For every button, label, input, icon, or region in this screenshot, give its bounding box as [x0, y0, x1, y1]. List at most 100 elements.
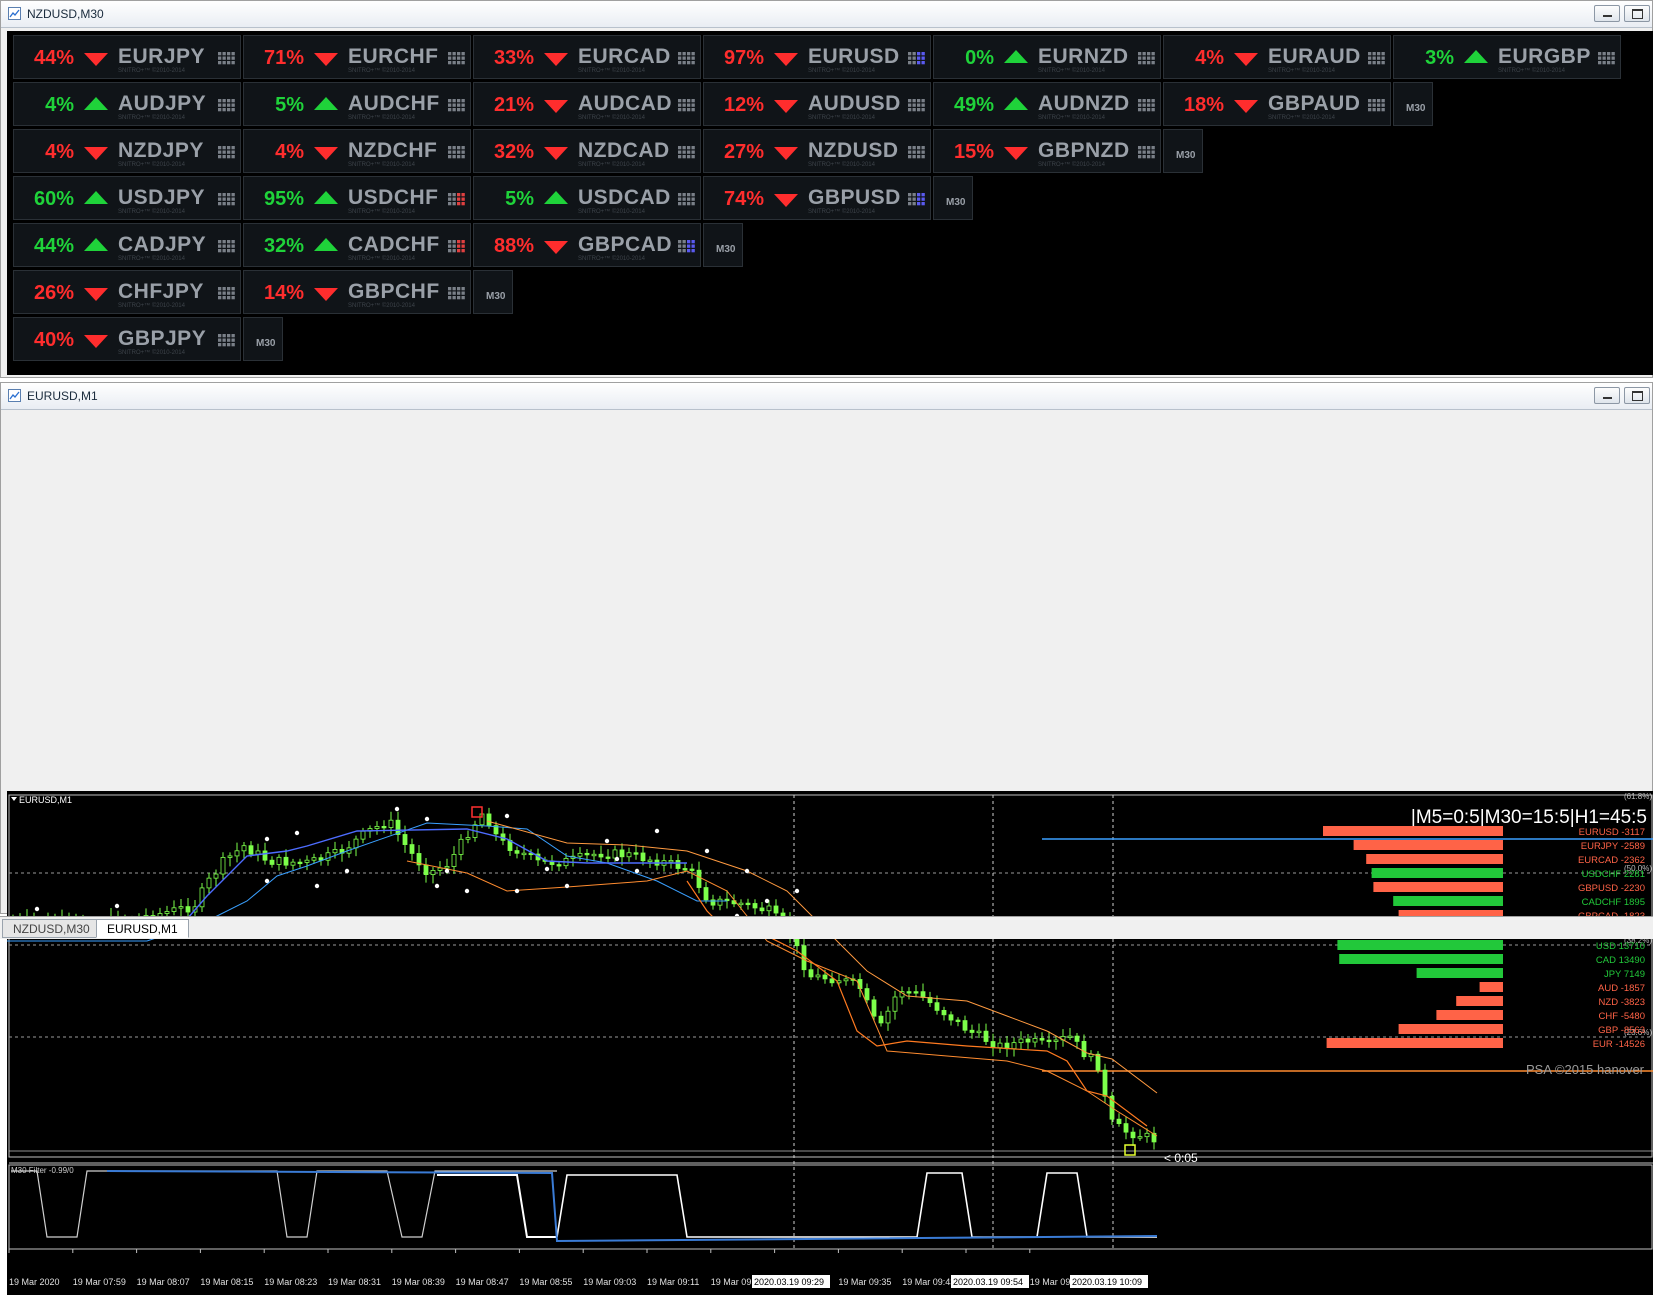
window-title: NZDUSD,M30	[27, 7, 104, 21]
tab-nzdusd-m30[interactable]: NZDUSD,M30	[2, 919, 101, 938]
pair-tile-audjpy[interactable]: 4% AUDJPY SNITRO+™ ©2010-2014	[13, 82, 241, 126]
timeframe-badge: M30	[243, 317, 283, 361]
pair-tile-eurjpy[interactable]: 44% EURJPY SNITRO+™ ©2010-2014	[13, 35, 241, 79]
pair-tile-usdjpy[interactable]: 60% USDJPY SNITRO+™ ©2010-2014	[13, 176, 241, 220]
minimize-button[interactable]	[1594, 387, 1620, 404]
time-axis-label: 19 Mar 08:31	[328, 1277, 381, 1287]
copyright-text: SNITRO+™ ©2010-2014	[1038, 115, 1105, 121]
candle-bull	[892, 996, 898, 1012]
arrow-down-icon	[774, 194, 798, 207]
time-axis-label: 19 Mar 09:03	[583, 1277, 636, 1287]
pair-tile-nzdcad[interactable]: 32% NZDCAD SNITRO+™ ©2010-2014	[473, 129, 701, 173]
pair-tile-eurusd[interactable]: 97% EURUSD SNITRO+™ ©2010-2014	[703, 35, 931, 79]
maximize-button[interactable]	[1624, 5, 1650, 22]
pair-tile-chfjpy[interactable]: 26% CHFJPY SNITRO+™ ©2010-2014	[13, 270, 241, 314]
candle-bull	[521, 852, 527, 856]
candlestick-chart[interactable]: EURUSD,M1 |M5=0:5|M30=15:5|H1=45:5 (61.8%)…	[7, 791, 1653, 1295]
pair-tile-usdcad[interactable]: 5% USDCAD SNITRO+™ ©2010-2014	[473, 176, 701, 220]
grid-icon	[218, 334, 235, 347]
fractal-dot	[604, 838, 610, 844]
pair-tile-cadchf[interactable]: 32% CADCHF SNITRO+™ ©2010-2014	[243, 223, 471, 267]
pair-tile-euraud[interactable]: 4% EURAUD SNITRO+™ ©2010-2014	[1163, 35, 1391, 79]
minimize-button[interactable]	[1594, 5, 1620, 22]
candle-bear	[1116, 1118, 1122, 1124]
pair-tile-gbpchf[interactable]: 14% GBPCHF SNITRO+™ ©2010-2014	[243, 270, 471, 314]
candle-bear	[920, 991, 926, 998]
candle-bull	[717, 898, 723, 906]
candle-bull	[577, 852, 583, 857]
pair-tile-audusd[interactable]: 12% AUDUSD SNITRO+™ ©2010-2014	[703, 82, 931, 126]
candle-bull	[1053, 1039, 1059, 1042]
pair-tile-gbpaud[interactable]: 18% GBPAUD SNITRO+™ ©2010-2014	[1163, 82, 1391, 126]
arrow-down-icon	[1234, 100, 1258, 113]
candle-bull	[815, 974, 821, 978]
candle-bear	[248, 845, 254, 855]
time-marker-label: 2020.03.19 09:54	[953, 1277, 1023, 1287]
fractal-dot	[614, 856, 620, 862]
pair-tile-nzdchf[interactable]: 4% NZDCHF SNITRO+™ ©2010-2014	[243, 129, 471, 173]
grid-icon	[448, 52, 465, 65]
grid-icon	[908, 146, 925, 159]
candle-bear	[948, 1014, 954, 1021]
time-axis-label: 19 Mar 08:39	[392, 1277, 445, 1287]
timeframe-badge: M30	[473, 270, 513, 314]
fractal-dot	[34, 906, 40, 912]
time-axis-label: 19 Mar 08:15	[200, 1277, 253, 1287]
pair-tile-eurgbp[interactable]: 3% EURGBP SNITRO+™ ©2010-2014	[1393, 35, 1621, 79]
pair-tile-audcad[interactable]: 21% AUDCAD SNITRO+™ ©2010-2014	[473, 82, 701, 126]
arrow-down-icon	[544, 100, 568, 113]
pair-tile-gbpusd[interactable]: 74% GBPUSD SNITRO+™ ©2010-2014	[703, 176, 931, 220]
fractal-dot	[744, 868, 750, 874]
currency-strength-label: CAD 13490	[1596, 955, 1645, 966]
copyright-text: SNITRO+™ ©2010-2014	[348, 256, 415, 262]
candle-bear	[724, 898, 730, 902]
strength-percent: 5%	[505, 188, 534, 210]
dashboard-window: NZDUSD,M30 44% EURJPY SNITRO+™ ©2010-2014 7…	[0, 0, 1653, 378]
currency-strength-label: USD 13710	[1596, 941, 1645, 952]
pair-tile-nzdjpy[interactable]: 4% NZDJPY SNITRO+™ ©2010-2014	[13, 129, 241, 173]
candle-bear	[913, 991, 919, 994]
arrow-up-icon	[1004, 97, 1028, 110]
pair-tile-gbpcad[interactable]: 88% GBPCAD SNITRO+™ ©2010-2014	[473, 223, 701, 267]
currency-strength-label: NZD -3823	[1599, 997, 1645, 1008]
candle-bear	[759, 907, 765, 912]
timeframe-badge: M30	[1393, 82, 1433, 126]
candle-bear	[262, 850, 268, 861]
copyright-text: SNITRO+™ ©2010-2014	[1268, 68, 1335, 74]
pair-tile-cadjpy[interactable]: 44% CADJPY SNITRO+™ ©2010-2014	[13, 223, 241, 267]
fractal-dot	[504, 813, 510, 819]
strength-percent: 74%	[723, 188, 764, 210]
grid-icon	[448, 193, 465, 206]
grid-icon	[1138, 52, 1155, 65]
strength-percent: 4%	[1195, 47, 1224, 69]
maximize-button[interactable]	[1624, 387, 1650, 404]
candle-bear	[269, 859, 275, 865]
pair-tile-eurchf[interactable]: 71% EURCHF SNITRO+™ ©2010-2014	[243, 35, 471, 79]
pair-tile-usdchf[interactable]: 95% USDCHF SNITRO+™ ©2010-2014	[243, 176, 471, 220]
candle-bull	[241, 845, 247, 852]
time-marker-label: 2020.03.19 10:09	[1072, 1277, 1142, 1287]
candle-bear	[297, 861, 303, 865]
grid-icon	[218, 146, 235, 159]
pair-tile-audchf[interactable]: 5% AUDCHF SNITRO+™ ©2010-2014	[243, 82, 471, 126]
pair-tile-nzdusd[interactable]: 27% NZDUSD SNITRO+™ ©2010-2014	[703, 129, 931, 173]
pair-tile-gbpjpy[interactable]: 40% GBPJPY SNITRO+™ ©2010-2014	[13, 317, 241, 361]
chart-titlebar[interactable]: EURUSD,M1	[1, 383, 1652, 410]
copyright-text: SNITRO+™ ©2010-2014	[348, 303, 415, 309]
pair-tile-audnzd[interactable]: 49% AUDNZD SNITRO+™ ©2010-2014	[933, 82, 1161, 126]
tab-eurusd-m1[interactable]: EURUSD,M1	[96, 919, 189, 938]
time-axis-label: 19 Mar 08:07	[137, 1277, 190, 1287]
pair-name: GBPNZD	[1038, 139, 1130, 162]
price-chart[interactable]: EURUSD,M1 |M5=0:5|M30=15:5|H1=45:5 (61.8%)…	[7, 791, 1653, 1295]
pair-strength-bar	[1366, 854, 1503, 864]
filter-line-white-3	[556, 1172, 1157, 1238]
dashboard-titlebar[interactable]: NZDUSD,M30	[1, 1, 1652, 28]
candle-bear	[906, 991, 912, 994]
pair-tile-eurcad[interactable]: 33% EURCAD SNITRO+™ ©2010-2014	[473, 35, 701, 79]
pair-strength-bar	[1371, 868, 1503, 878]
strength-percent: 21%	[493, 94, 534, 116]
pair-name: AUDCAD	[578, 92, 672, 115]
strength-percent: 71%	[263, 47, 304, 69]
pair-tile-gbpnzd[interactable]: 15% GBPNZD SNITRO+™ ©2010-2014	[933, 129, 1161, 173]
pair-tile-eurnzd[interactable]: 0% EURNZD SNITRO+™ ©2010-2014	[933, 35, 1161, 79]
